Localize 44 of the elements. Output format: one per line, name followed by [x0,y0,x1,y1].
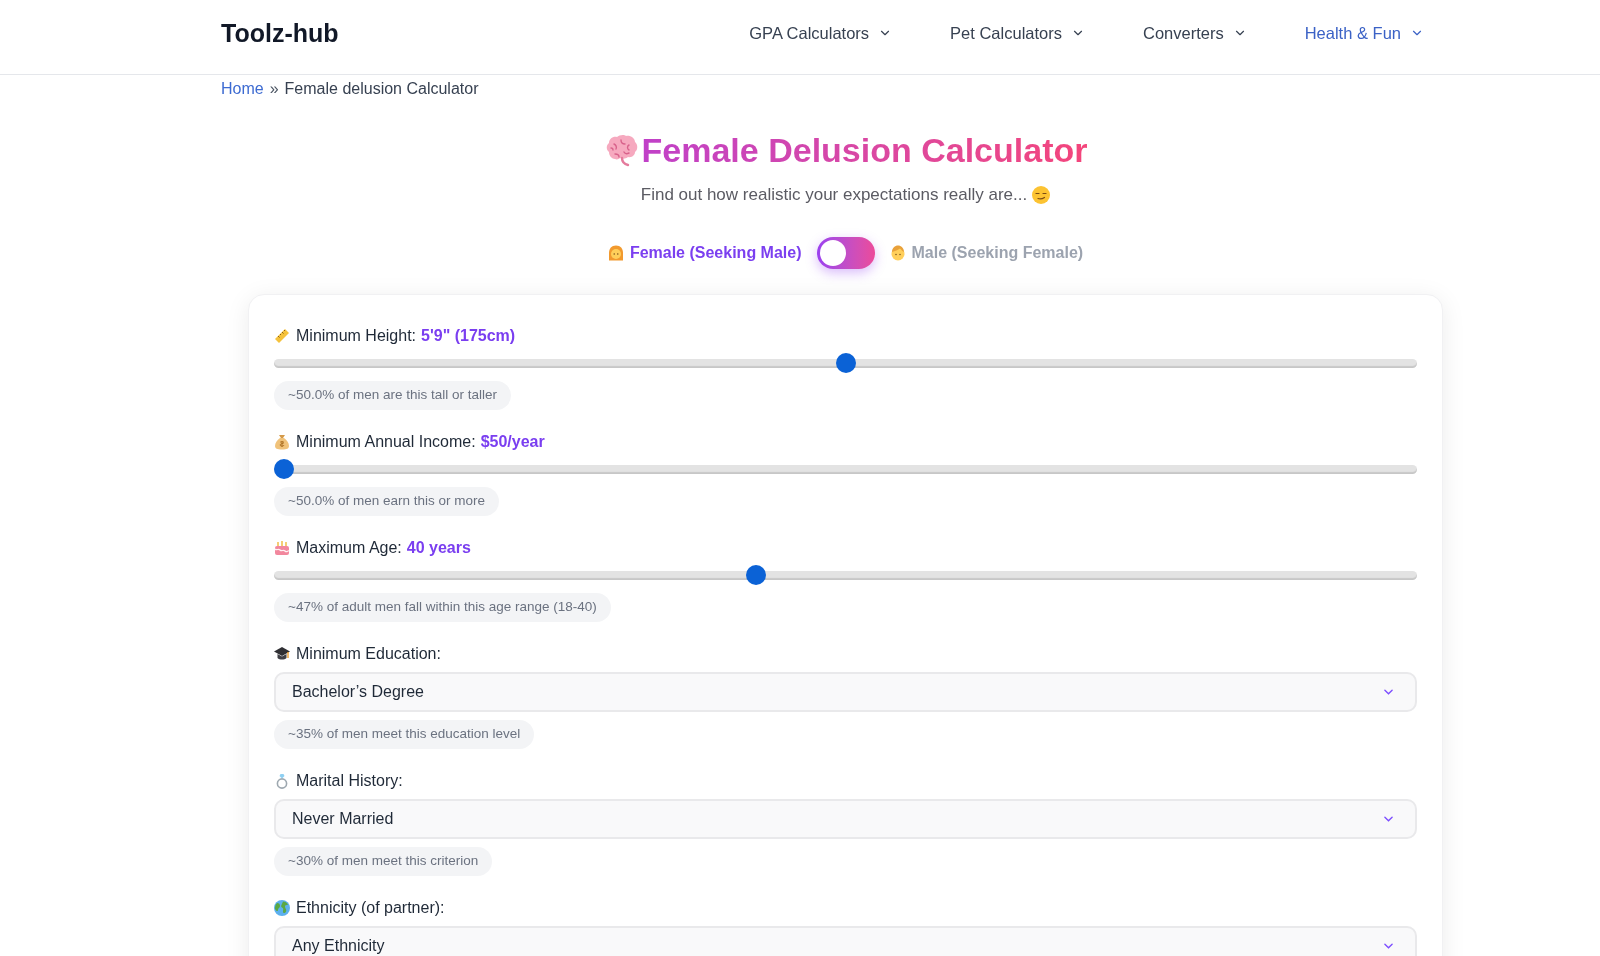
cake-icon [274,540,290,556]
mode-label: Male (Seeking Female) [911,243,1084,263]
nav-menu[interactable]: GPA Calculators [749,20,893,46]
slider-thumb[interactable] [745,565,766,585]
breadcrumb-separator: » [269,79,279,99]
stat-note: ~35% of men meet this education level [274,720,535,749]
field-value: 40 years [406,538,471,558]
field-label: Ethnicity (of partner): [296,898,445,918]
field-label: Marital History: [296,771,403,791]
nav-menu[interactable]: Converters [1143,20,1247,46]
select-field[interactable]: Never Married [274,799,1417,839]
nav-menu[interactable]: Pet Calculators [950,20,1085,46]
mode-label: Female (Seeking Male) [629,243,802,263]
ruler-icon [274,328,290,344]
breadcrumb-current: Female delusion Calculator [284,79,479,99]
mode-toggle[interactable] [816,237,875,269]
chevron-down-icon [1384,816,1393,822]
stat-note: ~50.0% of men earn this or more [274,487,499,516]
globe-icon [274,900,290,916]
chevron-down-icon [1384,689,1393,695]
stat-note: ~47% of adult men fall within this age range (18-40) [274,593,611,622]
ring-icon [274,773,290,789]
site-logo[interactable]: Toolz-hub [221,19,339,47]
chevron-down-icon [1384,943,1393,949]
slider-thumb[interactable] [835,353,856,373]
stat-note: ~50.0% of men are this tall or taller [274,381,511,410]
field-label: Minimum Annual Income: [296,432,476,452]
stat-note: ~30% of men meet this criterion [274,847,493,876]
money-bag-icon [274,434,290,450]
field-value: 5'9" (175cm) [421,326,516,346]
field-value: $50/year [480,432,545,452]
select-field[interactable]: Bachelor’s Degree [274,672,1417,712]
man-icon [889,245,906,261]
field-label: Maximum Age: [296,538,402,558]
graduation-cap-icon [274,646,290,662]
smirking-face-icon [1032,186,1051,204]
field-label: Minimum Height: [296,326,417,346]
field-label: Minimum Education: [296,644,441,664]
slider-thumb[interactable] [274,459,294,479]
woman-icon [607,245,624,261]
nav-menu[interactable]: Health & Fun [1304,20,1424,46]
select-field[interactable]: Any Ethnicity [274,926,1417,956]
breadcrumb-link[interactable]: Home [221,77,264,101]
page-subtitle: Find out how realistic your expectations really are... [640,184,1028,207]
